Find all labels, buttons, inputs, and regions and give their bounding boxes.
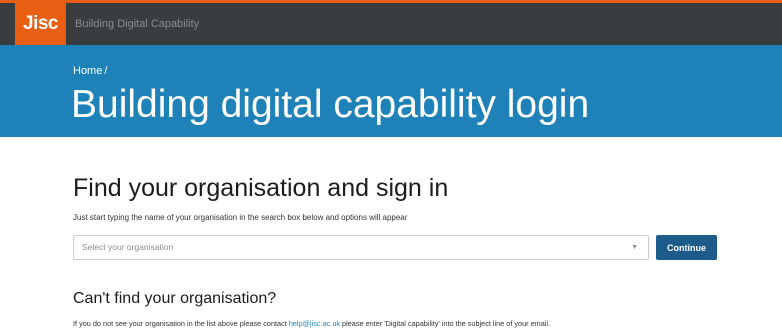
continue-button[interactable]: Continue bbox=[656, 235, 717, 260]
cant-find-text-after: please enter 'Digital capability' into t… bbox=[340, 319, 551, 328]
section-help-text: Just start typing the name of your organ… bbox=[73, 213, 408, 222]
cant-find-text: If you do not see your organisation in t… bbox=[73, 319, 550, 328]
organisation-select-placeholder: Select your organisation bbox=[82, 242, 174, 252]
help-email-link[interactable]: help@jisc.ac.uk bbox=[289, 319, 340, 328]
hero-banner: Home / Building digital capability login bbox=[0, 45, 782, 137]
breadcrumb-home-link[interactable]: Home bbox=[73, 65, 102, 77]
breadcrumb-separator: / bbox=[104, 65, 108, 77]
breadcrumb: Home / bbox=[73, 65, 107, 77]
organisation-select[interactable]: Select your organisation ▼ bbox=[73, 235, 649, 260]
site-name-link[interactable]: Building Digital Capability bbox=[75, 3, 199, 45]
page-title: Building digital capability login bbox=[71, 83, 590, 126]
top-bar: Jisc Building Digital Capability bbox=[0, 0, 782, 45]
jisc-logo[interactable]: Jisc bbox=[15, 3, 66, 45]
cant-find-text-before: If you do not see your organisation in t… bbox=[73, 319, 289, 328]
cant-find-title: Can't find your organisation? bbox=[73, 290, 277, 307]
chevron-down-icon: ▼ bbox=[631, 244, 638, 251]
section-title: Find your organisation and sign in bbox=[73, 174, 449, 202]
page: Jisc Building Digital Capability Home / B… bbox=[0, 0, 782, 330]
